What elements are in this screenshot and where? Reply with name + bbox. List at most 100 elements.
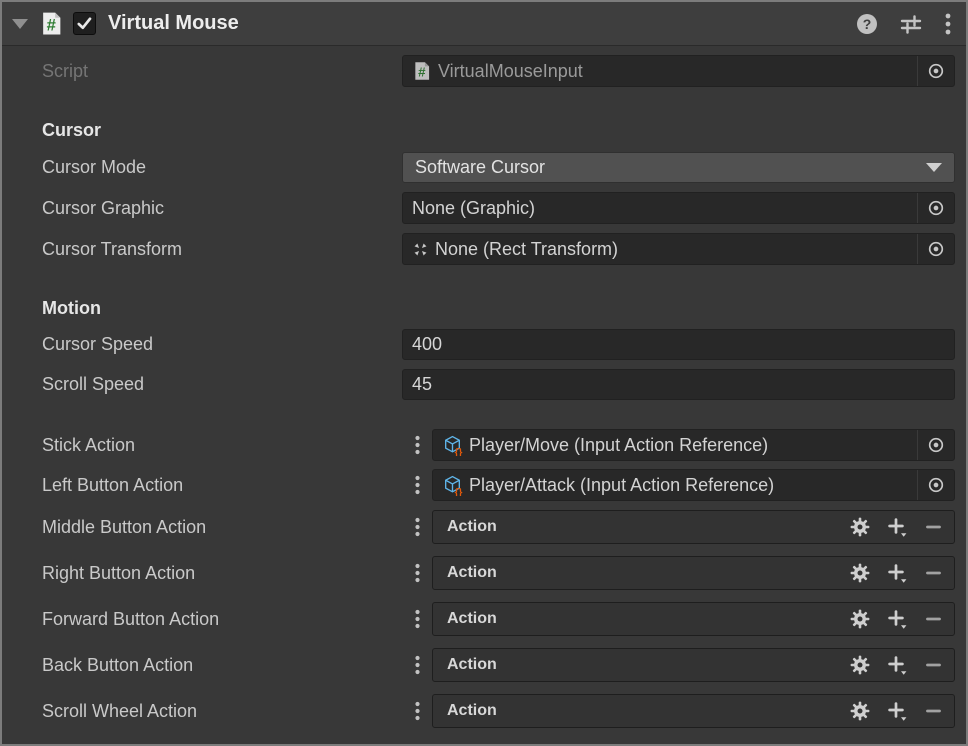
action-list-header: Action (432, 602, 955, 636)
presets-icon[interactable] (900, 13, 922, 35)
enabled-checkbox[interactable] (73, 12, 96, 35)
gear-icon[interactable] (850, 701, 870, 721)
csharp-script-icon: # (412, 61, 432, 81)
inspector-panel: # Virtual Mouse ? (0, 0, 968, 746)
action-list-header: Action (432, 510, 955, 544)
object-picker-icon[interactable] (917, 430, 954, 460)
property-row-forward-button-action: Forward Button Action Action (2, 602, 966, 636)
foldout-triangle-icon[interactable] (12, 19, 28, 29)
property-label: Left Button Action (42, 475, 402, 496)
property-row-scroll-speed: Scroll Speed (2, 369, 966, 400)
header-actions: ? (856, 12, 952, 36)
kebab-icon[interactable] (402, 510, 432, 544)
component-title: Virtual Mouse (108, 12, 239, 35)
remove-icon[interactable] (925, 517, 942, 537)
input-action-icon: {} (442, 475, 463, 496)
property-row-cursor-speed: Cursor Speed (2, 329, 966, 360)
property-label: Stick Action (42, 435, 402, 456)
property-row-scroll-wheel-action: Scroll Wheel Action Action (2, 694, 966, 728)
csharp-script-icon: # (39, 11, 64, 36)
action-box-label: Action (447, 656, 497, 674)
property-label: Scroll Speed (42, 374, 402, 395)
cursor-speed-field (402, 329, 955, 360)
chevron-down-icon (926, 163, 942, 172)
property-row-cursor-graphic: Cursor Graphic None (Graphic) (2, 192, 966, 224)
action-box-label: Action (447, 518, 497, 536)
svg-text:{}: {} (455, 447, 463, 456)
kebab-icon[interactable] (402, 694, 432, 728)
add-icon[interactable] (887, 655, 908, 676)
section-header-cursor: Cursor (2, 117, 966, 143)
svg-text:#: # (418, 65, 426, 80)
remove-icon[interactable] (925, 609, 942, 629)
scroll-speed-field (402, 369, 955, 400)
object-field-value: None (Graphic) (412, 198, 535, 219)
section-header-motion: Motion (2, 295, 966, 321)
cursor-transform-object-field[interactable]: None (Rect Transform) (402, 233, 955, 265)
gear-icon[interactable] (850, 609, 870, 629)
property-label: Middle Button Action (42, 517, 402, 538)
add-icon[interactable] (887, 517, 908, 538)
gear-icon[interactable] (850, 655, 870, 675)
input-action-icon: {} (442, 435, 463, 456)
add-icon[interactable] (887, 701, 908, 722)
object-field-value: None (Rect Transform) (435, 239, 618, 260)
property-row-back-button-action: Back Button Action Action (2, 648, 966, 682)
kebab-icon[interactable] (402, 556, 432, 590)
inspector-body: Script # VirtualMouseInput (2, 46, 966, 728)
object-picker-icon[interactable] (917, 56, 954, 86)
property-row-left-button-action: Left Button Action {} (2, 469, 966, 501)
property-label: Back Button Action (42, 655, 402, 676)
cursor-speed-input[interactable] (412, 334, 945, 355)
object-picker-icon[interactable] (917, 234, 954, 264)
property-label: Scroll Wheel Action (42, 701, 402, 722)
property-row-cursor-mode: Cursor Mode Software Cursor (2, 152, 966, 183)
svg-text:{}: {} (455, 487, 463, 496)
help-icon[interactable]: ? (856, 13, 878, 35)
property-label: Cursor Transform (42, 239, 402, 260)
property-label: Cursor Graphic (42, 198, 402, 219)
object-picker-icon[interactable] (917, 193, 954, 223)
svg-text:#: # (47, 15, 56, 34)
stick-action-object-field[interactable]: {} Player/Move (Input Action Reference) (432, 429, 955, 461)
object-field-value: Player/Attack (Input Action Reference) (469, 475, 774, 496)
action-list-header: Action (432, 556, 955, 590)
object-picker-icon[interactable] (917, 470, 954, 500)
remove-icon[interactable] (925, 563, 942, 583)
property-label: Cursor Mode (42, 157, 402, 178)
property-label: Right Button Action (42, 563, 402, 584)
kebab-icon[interactable] (402, 602, 432, 636)
property-row-cursor-transform: Cursor Transform None (Rect Transform) (2, 233, 966, 265)
dropdown-value: Software Cursor (415, 157, 545, 178)
more-menu-icon[interactable] (944, 12, 952, 36)
kebab-icon[interactable] (402, 648, 432, 682)
cursor-mode-dropdown[interactable]: Software Cursor (402, 152, 955, 183)
svg-text:?: ? (863, 16, 872, 32)
property-row-right-button-action: Right Button Action Action (2, 556, 966, 590)
action-list-header: Action (432, 694, 955, 728)
add-icon[interactable] (887, 609, 908, 630)
property-row-middle-button-action: Middle Button Action Action (2, 510, 966, 544)
kebab-icon[interactable] (402, 429, 432, 461)
kebab-icon[interactable] (402, 469, 432, 501)
script-field-value: VirtualMouseInput (438, 61, 583, 82)
property-label: Script (42, 61, 402, 82)
cursor-graphic-object-field[interactable]: None (Graphic) (402, 192, 955, 224)
remove-icon[interactable] (925, 655, 942, 675)
gear-icon[interactable] (850, 563, 870, 583)
component-header: # Virtual Mouse ? (2, 2, 966, 46)
action-box-label: Action (447, 702, 497, 720)
checkmark-icon (75, 14, 94, 33)
object-field-value: Player/Move (Input Action Reference) (469, 435, 768, 456)
remove-icon[interactable] (925, 701, 942, 721)
scroll-speed-input[interactable] (412, 374, 945, 395)
property-label: Cursor Speed (42, 334, 402, 355)
add-icon[interactable] (887, 563, 908, 584)
script-object-field[interactable]: # VirtualMouseInput (402, 55, 955, 87)
property-label: Forward Button Action (42, 609, 402, 630)
gear-icon[interactable] (850, 517, 870, 537)
left-button-action-object-field[interactable]: {} Player/Attack (Input Action Reference… (432, 469, 955, 501)
action-box-label: Action (447, 610, 497, 628)
property-row-stick-action: Stick Action {} Pla (2, 429, 966, 461)
property-row-script: Script # VirtualMouseInput (2, 55, 966, 87)
